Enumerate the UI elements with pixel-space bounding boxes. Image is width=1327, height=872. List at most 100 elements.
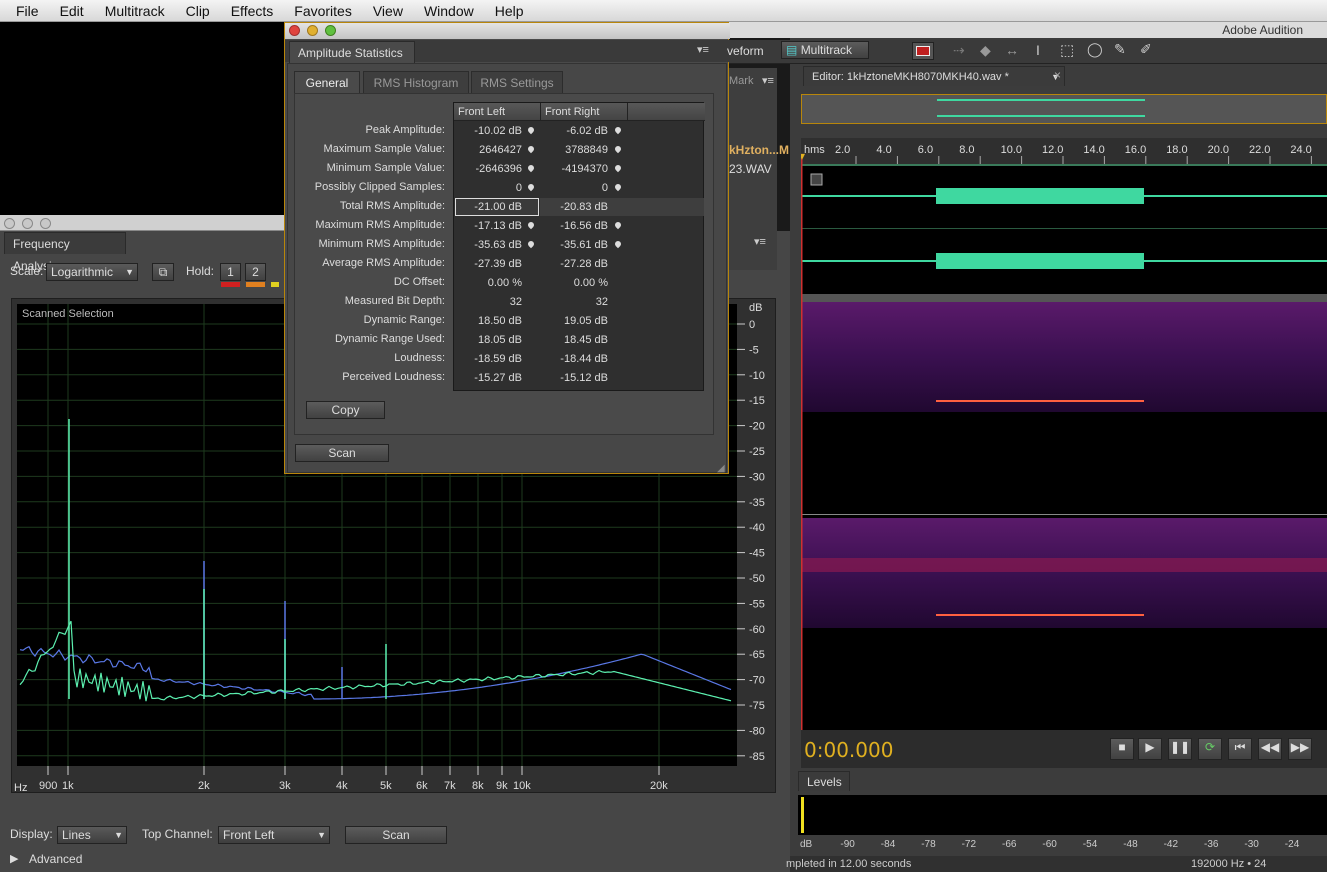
cell-front-right[interactable]: -27.28 dB bbox=[540, 258, 608, 270]
close-dialog-button[interactable] bbox=[289, 25, 300, 36]
file-list-item[interactable]: kHzton...M bbox=[729, 143, 789, 157]
advanced-toggle[interactable]: Advanced bbox=[29, 852, 82, 866]
menu-edit[interactable]: Edit bbox=[60, 3, 84, 19]
go-to-marker-icon[interactable] bbox=[526, 239, 536, 249]
menu-help[interactable]: Help bbox=[495, 3, 524, 19]
go-to-marker-icon[interactable] bbox=[613, 182, 623, 192]
cell-front-left[interactable]: -35.63 dB bbox=[454, 239, 522, 251]
cell-front-right[interactable]: 32 bbox=[540, 296, 608, 308]
panel-options-button[interactable]: ⧉ bbox=[152, 263, 174, 281]
zoom-window-button[interactable] bbox=[40, 218, 51, 229]
col-header-front-right[interactable]: Front Right bbox=[545, 106, 599, 118]
go-to-marker-icon[interactable] bbox=[526, 125, 536, 135]
cell-front-right[interactable]: -35.61 dB bbox=[540, 239, 608, 251]
top-channel-dropdown[interactable]: Front Left ▼ bbox=[218, 826, 330, 844]
cell-front-right[interactable]: -4194370 bbox=[540, 163, 609, 175]
col-header-front-left[interactable]: Front Left bbox=[458, 106, 505, 118]
go-to-marker-icon[interactable] bbox=[526, 163, 536, 173]
expand-triangle-icon[interactable]: ▶ bbox=[10, 852, 18, 865]
close-window-button[interactable] bbox=[4, 218, 15, 229]
cell-front-left[interactable]: 0 bbox=[454, 182, 522, 194]
close-tab-icon[interactable]: × bbox=[1054, 68, 1061, 82]
cell-front-left[interactable]: 18.50 dB bbox=[454, 315, 522, 327]
marker-tab[interactable]: Mark bbox=[729, 75, 753, 87]
waveform-view-button[interactable]: veform bbox=[727, 44, 764, 58]
cell-front-left[interactable]: 18.05 dB bbox=[454, 334, 522, 346]
record-toggle[interactable] bbox=[912, 42, 934, 60]
pause-button[interactable]: ❚❚ bbox=[1168, 738, 1192, 760]
cell-front-left[interactable]: 32 bbox=[454, 296, 522, 308]
go-to-marker-icon[interactable] bbox=[613, 144, 623, 154]
overview-bar[interactable] bbox=[801, 94, 1327, 124]
time-selection-tool-icon[interactable]: I bbox=[1036, 42, 1040, 58]
tab-rms-settings[interactable]: RMS Settings bbox=[471, 71, 563, 93]
tab-rms-histogram[interactable]: RMS Histogram bbox=[363, 71, 469, 93]
panel-menu-icon[interactable]: ▾≡ bbox=[754, 235, 766, 248]
cell-front-left[interactable]: -2646396 bbox=[454, 163, 523, 175]
tab-editor[interactable]: Editor: 1kHztoneMKH8070MKH40.wav * ▼ bbox=[803, 66, 1065, 86]
loop-button[interactable]: ⟳ bbox=[1198, 738, 1222, 760]
cell-front-left[interactable]: -21.00 dB bbox=[454, 201, 522, 213]
tab-general[interactable]: General bbox=[294, 71, 360, 93]
cell-front-right[interactable]: 0 bbox=[540, 182, 608, 194]
lasso-tool-icon[interactable]: ◯ bbox=[1087, 41, 1103, 58]
cell-front-right[interactable]: -15.12 dB bbox=[540, 372, 608, 384]
menu-effects[interactable]: Effects bbox=[231, 3, 274, 19]
stop-button[interactable]: ■ bbox=[1110, 738, 1134, 760]
file-list-item-2[interactable]: 23.WAV bbox=[729, 162, 772, 176]
cell-front-right[interactable]: 19.05 dB bbox=[540, 315, 608, 327]
menu-favorites[interactable]: Favorites bbox=[294, 3, 352, 19]
cell-front-right[interactable]: 18.45 dB bbox=[540, 334, 608, 346]
go-to-marker-icon[interactable] bbox=[613, 125, 623, 135]
go-to-marker-icon[interactable] bbox=[613, 163, 623, 173]
cell-front-left[interactable]: -27.39 dB bbox=[454, 258, 522, 270]
play-button[interactable]: ▶ bbox=[1138, 738, 1162, 760]
menu-file[interactable]: File bbox=[16, 3, 39, 19]
menu-view[interactable]: View bbox=[373, 3, 403, 19]
tab-frequency-analysis[interactable]: Frequency Analysis × bbox=[4, 232, 126, 273]
spot-healing-tool-icon[interactable]: ✐ bbox=[1140, 41, 1152, 58]
copy-button[interactable]: Copy bbox=[306, 401, 385, 419]
playhead[interactable] bbox=[801, 156, 803, 766]
cell-front-right[interactable]: -16.56 dB bbox=[540, 220, 608, 232]
slip-tool-icon[interactable]: ↔ bbox=[1005, 42, 1019, 58]
scale-dropdown[interactable]: Logarithmic ▼ bbox=[46, 263, 138, 281]
go-to-marker-icon[interactable] bbox=[613, 239, 623, 249]
go-to-marker-icon[interactable] bbox=[613, 220, 623, 230]
display-dropdown[interactable]: Lines ▼ bbox=[57, 826, 127, 844]
freq-scan-button[interactable]: Scan bbox=[345, 826, 447, 844]
playhead-marker-icon[interactable]: ▾ bbox=[801, 149, 805, 163]
resize-grip-icon[interactable]: ◢ bbox=[717, 463, 725, 474]
minimize-dialog-button[interactable] bbox=[307, 25, 318, 36]
marquee-tool-icon[interactable]: ⬚ bbox=[1060, 41, 1074, 59]
cell-front-right[interactable]: -6.02 dB bbox=[540, 125, 608, 137]
menu-multitrack[interactable]: Multitrack bbox=[105, 3, 165, 19]
cell-front-left[interactable]: -18.59 dB bbox=[454, 353, 522, 365]
zoom-dialog-button[interactable] bbox=[325, 25, 336, 36]
cell-front-left[interactable]: -10.02 dB bbox=[454, 125, 522, 137]
cell-front-left[interactable]: -17.13 dB bbox=[454, 220, 522, 232]
cell-front-right[interactable]: -20.83 dB bbox=[540, 201, 608, 213]
tab-levels[interactable]: Levels × bbox=[798, 771, 850, 809]
cell-front-left[interactable]: 2646427 bbox=[454, 144, 522, 156]
rewind-button[interactable]: ◀◀ bbox=[1258, 738, 1282, 760]
panel-menu-icon[interactable]: ▾≡ bbox=[697, 43, 709, 56]
selection-handle-icon[interactable] bbox=[810, 173, 823, 186]
move-tool-icon[interactable]: ⇢ bbox=[953, 42, 965, 59]
razor-tool-icon[interactable]: ◆ bbox=[980, 42, 991, 59]
go-to-marker-icon[interactable] bbox=[526, 220, 536, 230]
cell-front-right[interactable]: 3788849 bbox=[540, 144, 608, 156]
minimize-window-button[interactable] bbox=[22, 218, 33, 229]
brush-tool-icon[interactable]: ✎ bbox=[1114, 41, 1126, 58]
panel-menu-icon[interactable]: ▾≡ bbox=[762, 74, 774, 87]
cell-front-right[interactable]: -18.44 dB bbox=[540, 353, 608, 365]
multitrack-view-button[interactable]: ▤ Multitrack bbox=[781, 41, 869, 59]
menu-window[interactable]: Window bbox=[424, 3, 474, 19]
go-to-marker-icon[interactable] bbox=[526, 144, 536, 154]
go-to-marker-icon[interactable] bbox=[526, 182, 536, 192]
waveform-display[interactable]: 2.0 4.0 6.0 8.0 10.0 12.0 14.0 16.0 18.0 20.0 22.0… bbox=[801, 138, 1327, 768]
menu-clip[interactable]: Clip bbox=[186, 3, 210, 19]
cell-front-right[interactable]: 0.00 % bbox=[540, 277, 608, 289]
tab-amplitude-statistics[interactable]: Amplitude Statistics × bbox=[289, 41, 415, 82]
cell-front-left[interactable]: 0.00 % bbox=[454, 277, 522, 289]
